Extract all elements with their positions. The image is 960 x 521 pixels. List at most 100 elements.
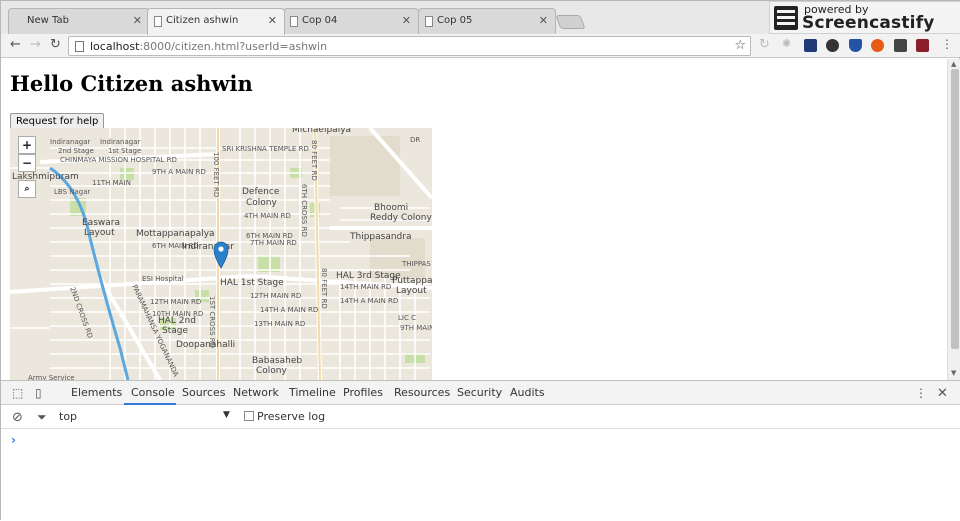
- svg-text:14TH A MAIN RD: 14TH A MAIN RD: [260, 306, 318, 314]
- map-view[interactable]: Michaelpalya Indiranagar Indiranagar 2nd…: [10, 128, 432, 380]
- context-selector[interactable]: top: [59, 410, 77, 423]
- close-icon[interactable]: ✕: [539, 14, 548, 27]
- extension-orange-icon[interactable]: [871, 39, 884, 52]
- svg-text:SRI KRISHNA TEMPLE RD: SRI KRISHNA TEMPLE RD: [222, 145, 309, 153]
- tab-citizen-ashwin[interactable]: Citizen ashwin ✕: [147, 8, 285, 35]
- svg-text:14TH A MAIN RD: 14TH A MAIN RD: [340, 297, 398, 305]
- extension-circle-icon[interactable]: [826, 39, 839, 52]
- tab-profiles[interactable]: Profiles: [343, 386, 383, 399]
- tab-network[interactable]: Network: [233, 386, 279, 399]
- address-bar[interactable]: localhost:8000/citizen.html?userId=ashwi…: [68, 36, 751, 56]
- svg-text:13TH MAIN RD: 13TH MAIN RD: [254, 320, 305, 328]
- svg-text:THIPPAS: THIPPAS: [401, 260, 431, 268]
- svg-text:CHINMAYA MISSION HOSPITAL RD: CHINMAYA MISSION HOSPITAL RD: [60, 156, 177, 164]
- scroll-up-icon[interactable]: ▲: [951, 60, 956, 68]
- browser-window: New Tab ✕ Citizen ashwin ✕ Cop 04 ✕ Cop …: [0, 0, 960, 521]
- tab-label: Cop 05: [437, 15, 473, 26]
- page-content: Hello Citizen ashwin Request for help Mi…: [1, 59, 947, 380]
- close-icon[interactable]: ✕: [133, 14, 142, 27]
- zoom-out-button[interactable]: −: [18, 154, 36, 172]
- svg-text:Doopanahalli: Doopanahalli: [176, 340, 235, 350]
- preserve-log-label: Preserve log: [257, 410, 326, 423]
- svg-text:Defence: Defence: [242, 187, 280, 197]
- svg-text:100 FEET RD: 100 FEET RD: [212, 152, 220, 197]
- svg-text:7TH MAIN RD: 7TH MAIN RD: [250, 239, 297, 247]
- extension-film-icon[interactable]: [916, 39, 929, 52]
- svg-text:ESI Hospital: ESI Hospital: [142, 275, 184, 283]
- svg-text:Reddy Colony: Reddy Colony: [370, 213, 432, 223]
- search-icon[interactable]: ⌕: [18, 180, 36, 198]
- tab-label: Cop 04: [302, 15, 338, 26]
- film-icon: [774, 6, 798, 30]
- page-icon: [75, 41, 84, 52]
- scrollbar-thumb[interactable]: [951, 69, 959, 349]
- tab-cop-04[interactable]: Cop 04 ✕: [283, 8, 419, 35]
- tab-sources[interactable]: Sources: [182, 386, 226, 399]
- star-icon[interactable]: ☆: [734, 38, 746, 53]
- tab-audits[interactable]: Audits: [510, 386, 545, 399]
- forward-icon[interactable]: →: [30, 37, 41, 52]
- close-icon[interactable]: ✕: [402, 14, 411, 27]
- svg-text:80 FEET RD: 80 FEET RD: [320, 268, 328, 309]
- svg-text:Indiranagar: Indiranagar: [50, 138, 91, 146]
- svg-text:Bhoomi: Bhoomi: [374, 203, 408, 213]
- page-icon: [154, 16, 162, 27]
- svg-text:HAL 2nd: HAL 2nd: [158, 316, 196, 326]
- svg-text:4TH MAIN RD: 4TH MAIN RD: [244, 212, 291, 220]
- tab-label: Citizen ashwin: [166, 15, 239, 26]
- tab-console[interactable]: Console: [131, 386, 175, 399]
- tab-cop-05[interactable]: Cop 05 ✕: [418, 8, 556, 35]
- svg-text:80 FEET RD: 80 FEET RD: [310, 140, 318, 181]
- extension-v-icon[interactable]: [849, 39, 862, 52]
- close-icon[interactable]: ✕: [268, 14, 277, 27]
- close-icon[interactable]: ✕: [937, 386, 948, 401]
- sync-icon[interactable]: ↻: [759, 37, 770, 52]
- svg-text:Puttappa: Puttappa: [392, 276, 432, 286]
- clear-console-icon[interactable]: ⊘: [12, 410, 23, 425]
- console-toolbar: ⊘ ⏷ top ▼ Preserve log: [1, 405, 960, 429]
- console-prompt[interactable]: ›: [11, 433, 16, 447]
- extension-n-icon[interactable]: [804, 39, 817, 52]
- chevron-down-icon[interactable]: ▼: [223, 410, 230, 420]
- page-title: Hello Citizen ashwin: [10, 71, 253, 96]
- menu-icon[interactable]: ⋮: [941, 37, 953, 51]
- svg-text:1ST CROSS RD: 1ST CROSS RD: [208, 296, 216, 348]
- url-text[interactable]: localhost:8000/citizen.html?userId=ashwi…: [90, 40, 327, 53]
- browser-toolbar: ← → ↻ localhost:8000/citizen.html?userId…: [1, 34, 960, 58]
- svg-text:Babasaheb: Babasaheb: [252, 356, 302, 366]
- preserve-log-checkbox[interactable]: [244, 411, 254, 421]
- svg-text:Colony: Colony: [256, 366, 288, 376]
- page-icon: [290, 16, 298, 27]
- zoom-in-button[interactable]: +: [18, 136, 36, 154]
- page-scrollbar[interactable]: ▲ ▼: [947, 59, 960, 380]
- back-icon[interactable]: ←: [10, 37, 21, 52]
- extension-monitor-icon[interactable]: [894, 39, 907, 52]
- tab-new-tab[interactable]: New Tab ✕: [8, 8, 150, 35]
- tab-security[interactable]: Security: [457, 386, 502, 399]
- svg-text:12TH MAIN RD: 12TH MAIN RD: [150, 298, 201, 306]
- tab-timeline[interactable]: Timeline: [289, 386, 336, 399]
- device-icon[interactable]: ▯: [35, 386, 42, 400]
- svg-text:9TH MAIN RD: 9TH MAIN RD: [400, 324, 432, 332]
- scroll-down-icon[interactable]: ▼: [951, 369, 956, 377]
- svg-text:Easwara: Easwara: [82, 218, 120, 228]
- filter-icon[interactable]: ⏷: [37, 410, 47, 425]
- svg-text:Layout: Layout: [396, 286, 427, 296]
- svg-text:12TH MAIN RD: 12TH MAIN RD: [250, 292, 301, 300]
- svg-text:Stage: Stage: [162, 326, 188, 336]
- devtools-menu-icon[interactable]: ⋮: [915, 386, 927, 400]
- svg-text:LIC C: LIC C: [398, 314, 416, 322]
- reload-icon[interactable]: ↻: [50, 37, 61, 52]
- svg-text:1st Stage: 1st Stage: [108, 147, 141, 155]
- svg-text:11TH MAIN: 11TH MAIN: [92, 179, 131, 187]
- tab-resources[interactable]: Resources: [394, 386, 450, 399]
- svg-text:Indiranagar: Indiranagar: [100, 138, 141, 146]
- tab-strip: New Tab ✕ Citizen ashwin ✕ Cop 04 ✕ Cop …: [1, 1, 960, 53]
- tab-label: New Tab: [27, 15, 69, 26]
- svg-text:Layout: Layout: [84, 228, 115, 238]
- svg-text:LBS Nagar: LBS Nagar: [54, 188, 91, 196]
- tab-elements[interactable]: Elements: [71, 386, 122, 399]
- new-tab-button[interactable]: [555, 15, 586, 29]
- inspect-icon[interactable]: ⬚: [12, 386, 23, 400]
- sparkle-icon[interactable]: ✺: [782, 37, 791, 50]
